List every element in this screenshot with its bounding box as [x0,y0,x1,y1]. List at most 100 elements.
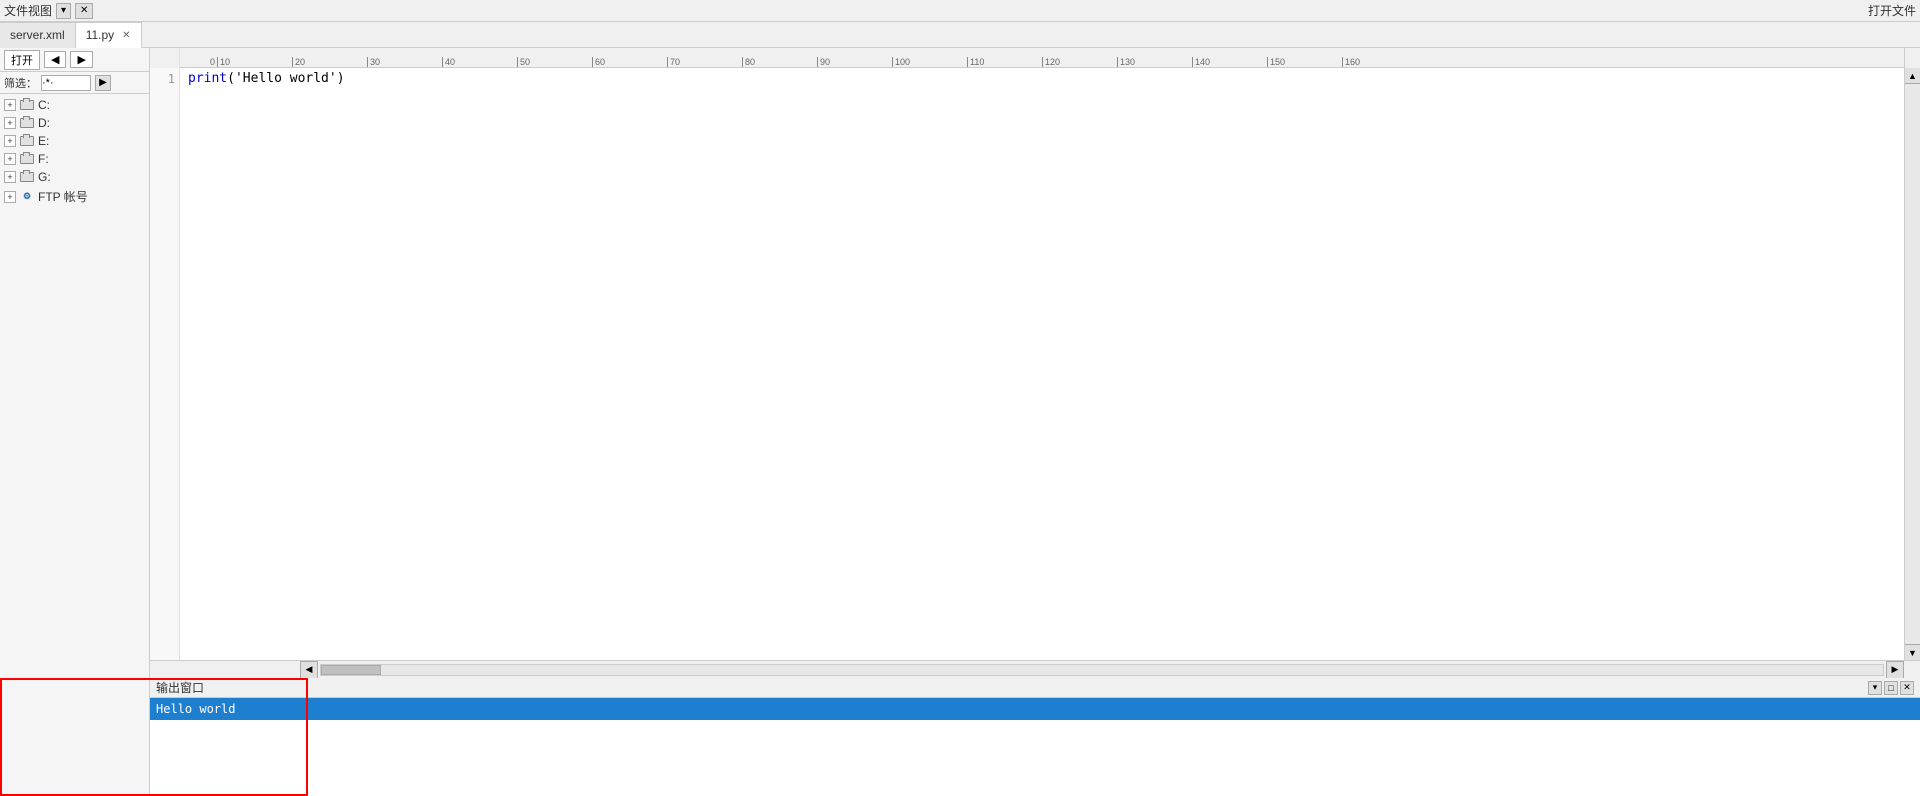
ruler-ticks: 10 20 30 40 50 60 70 80 90 100 110 120 1… [217,57,1417,67]
output-float-button[interactable]: □ [1884,681,1898,695]
editor-area: 0 10 20 30 40 50 60 70 80 90 100 [150,48,1920,678]
nav-prev-button[interactable]: ◀ [44,51,66,68]
open-button[interactable]: 打开 [4,50,40,70]
ruler-mark-10: 10 [217,57,292,67]
code-scroll-wrapper: 1 print('Hello world') ▲ ▼ [150,68,1920,660]
ruler-mark-20: 20 [292,57,367,67]
expand-c-icon[interactable]: + [4,99,16,111]
output-panel: 输出窗口 ▾ □ ✕ Hello world [150,678,1920,796]
ruler-mark-60: 60 [592,57,667,67]
ruler-mark-160: 160 [1342,57,1417,67]
open-file-label: 打开文件 [1868,2,1916,19]
output-title-bar: 输出窗口 ▾ □ ✕ [150,678,1920,698]
nav-next-button[interactable]: ▶ [70,51,92,68]
output-content: Hello world [150,698,1920,796]
expand-g-icon[interactable]: + [4,171,16,183]
tree-label-d: D: [38,116,50,130]
ruler-mark-70: 70 [667,57,742,67]
ruler-mark-120: 120 [1042,57,1117,67]
tree-label-ftp: FTP 帐号 [38,188,88,205]
tree-item-ftp[interactable]: + ⚙ FTP 帐号 [2,186,147,207]
ruler-mark-80: 80 [742,57,817,67]
v-scroll-up-button[interactable]: ▲ [1905,68,1920,84]
output-row-hello[interactable]: Hello world [150,698,1920,720]
ruler-mark-50: 50 [517,57,592,67]
pin-button[interactable]: ▾ [56,3,71,19]
line-num-1: 1 [150,70,175,88]
ruler-mark-90: 90 [817,57,892,67]
ruler-mark-30: 30 [367,57,442,67]
drive-g-icon [19,171,35,183]
expand-ftp-icon[interactable]: + [4,191,16,203]
ruler: 0 10 20 30 40 50 60 70 80 90 100 [180,48,1904,68]
tree-area: + C: + D: + E: + F: + G: [0,94,149,678]
expand-d-icon[interactable]: + [4,117,16,129]
ruler-spacer [150,48,180,68]
output-controls: ▾ □ ✕ [1868,681,1914,695]
ruler-mark-140: 140 [1192,57,1267,67]
output-pin-button[interactable]: ▾ [1868,681,1882,695]
ruler-right-spacer [1904,48,1920,68]
ruler-mark-130: 130 [1117,57,1192,67]
ruler-marks: 0 10 20 30 40 50 60 70 80 90 100 [180,57,1904,67]
main-content: 打开 ◀ ▶ 筛选： ▶ + C: + D: + E: [0,48,1920,678]
ftp-icon: ⚙ [19,191,35,203]
close-title-button[interactable]: ✕ [75,3,93,19]
line-numbers: 1 [150,68,180,660]
tab-11py-label: 11.py [86,28,114,42]
title-bar: 文件视图 ▾ ✕ 打开文件 [0,0,1920,22]
code-content[interactable]: print('Hello world') [180,68,1904,660]
v-scroll-track[interactable] [1905,84,1920,644]
drive-c-icon [19,99,35,111]
ruler-mark-40: 40 [442,57,517,67]
bottom-panel-wrapper: 输出窗口 ▾ □ ✕ Hello world [0,678,1920,796]
tab-11py[interactable]: 11.py ✕ [76,22,142,48]
drive-f-icon [19,153,35,165]
h-scroll-left-button[interactable]: ◀ [300,661,318,679]
tree-item-d[interactable]: + D: [2,114,147,132]
tree-item-g[interactable]: + G: [2,168,147,186]
code-paren-open: ( [227,71,235,86]
ruler-mark-150: 150 [1267,57,1342,67]
bottom-panel: 输出窗口 ▾ □ ✕ Hello world [0,678,1920,796]
filter-label: 筛选： [4,75,37,91]
tab-server-xml[interactable]: server.xml [0,22,76,48]
filter-apply-button[interactable]: ▶ [95,75,111,91]
tree-item-c[interactable]: + C: [2,96,147,114]
tab-11py-close[interactable]: ✕ [122,30,130,41]
h-scrollbar[interactable]: ◀ ▶ [150,660,1920,678]
sidebar-filter: 筛选： ▶ [0,72,149,94]
ruler-mark-110: 110 [967,57,1042,67]
expand-f-icon[interactable]: + [4,153,16,165]
tree-label-e: E: [38,134,49,148]
v-scrollbar[interactable]: ▲ ▼ [1904,68,1920,660]
h-scroll-thumb[interactable] [321,665,381,675]
keyword-print: print [188,71,227,86]
ruler-mark-0: 0 [210,57,215,67]
tab-bar: server.xml 11.py ✕ [0,22,1920,48]
tree-item-f[interactable]: + F: [2,150,147,168]
tree-label-g: G: [38,170,51,184]
sidebar: 打开 ◀ ▶ 筛选： ▶ + C: + D: + E: [0,48,150,678]
output-text-hello: Hello world [150,702,241,716]
v-scroll-down-button[interactable]: ▼ [1905,644,1920,660]
code-area[interactable]: 1 print('Hello world') [150,68,1904,660]
h-scroll-track[interactable] [320,664,1884,676]
code-paren-close: ) [337,71,345,86]
sidebar-toolbar: 打开 ◀ ▶ [0,48,149,72]
sidebar-bottom [0,678,150,796]
ruler-mark-100: 100 [892,57,967,67]
tab-server-xml-label: server.xml [10,28,65,42]
tree-item-e[interactable]: + E: [2,132,147,150]
expand-e-icon[interactable]: + [4,135,16,147]
output-close-button[interactable]: ✕ [1900,681,1914,695]
filter-input[interactable] [41,75,91,91]
ruler-container: 0 10 20 30 40 50 60 70 80 90 100 [150,48,1920,68]
drive-d-icon [19,117,35,129]
drive-e-icon [19,135,35,147]
h-scroll-right-button[interactable]: ▶ [1886,661,1904,679]
code-string: 'Hello world' [235,71,337,86]
title-bar-label: 文件视图 [4,2,52,19]
tree-label-c: C: [38,98,50,112]
output-title: 输出窗口 [156,679,204,696]
